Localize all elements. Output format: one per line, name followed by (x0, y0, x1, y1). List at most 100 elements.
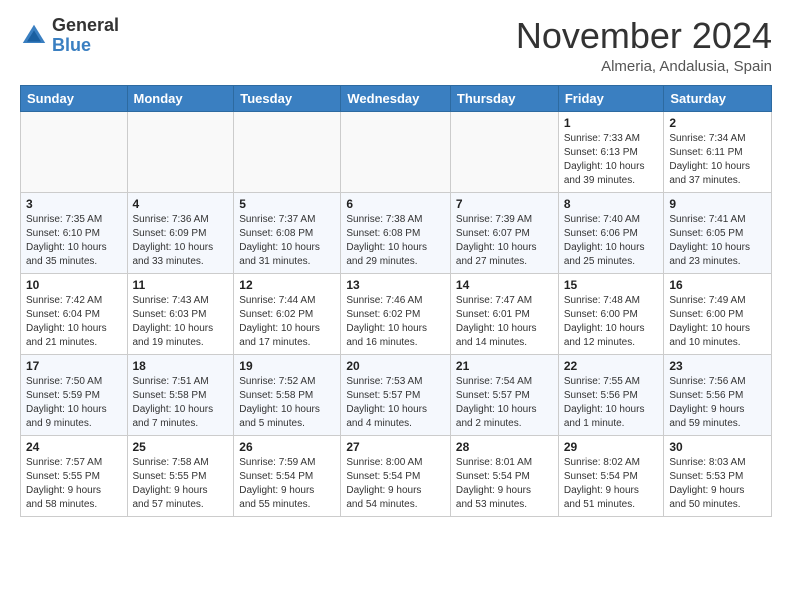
calendar-cell: 28 Sunrise: 8:01 AM Sunset: 5:54 PM Dayli… (450, 435, 558, 516)
day-number: 15 (564, 278, 659, 292)
day-info: Sunrise: 7:49 AM Sunset: 6:00 PM Dayligh… (669, 294, 766, 350)
day-info: Sunrise: 7:41 AM Sunset: 6:05 PM Dayligh… (669, 213, 766, 269)
day-info: Sunrise: 7:51 AM Sunset: 5:58 PM Dayligh… (133, 375, 229, 431)
week-row-1: 1 Sunrise: 7:33 AM Sunset: 6:13 PM Daylig… (21, 111, 772, 192)
week-row-3: 10 Sunrise: 7:42 AM Sunset: 6:04 PM Dayli… (21, 273, 772, 354)
calendar-cell (341, 111, 451, 192)
day-info: Sunrise: 8:01 AM Sunset: 5:54 PM Dayligh… (456, 456, 553, 512)
day-number: 12 (239, 278, 335, 292)
day-info: Sunrise: 7:36 AM Sunset: 6:09 PM Dayligh… (133, 213, 229, 269)
calendar-cell (450, 111, 558, 192)
day-info: Sunrise: 7:52 AM Sunset: 5:58 PM Dayligh… (239, 375, 335, 431)
day-number: 20 (346, 359, 445, 373)
calendar-cell: 30 Sunrise: 8:03 AM Sunset: 5:53 PM Dayli… (664, 435, 772, 516)
day-number: 21 (456, 359, 553, 373)
day-number: 28 (456, 440, 553, 454)
calendar-cell: 20 Sunrise: 7:53 AM Sunset: 5:57 PM Dayli… (341, 354, 451, 435)
calendar-cell: 8 Sunrise: 7:40 AM Sunset: 6:06 PM Daylig… (558, 192, 664, 273)
day-info: Sunrise: 7:42 AM Sunset: 6:04 PM Dayligh… (26, 294, 122, 350)
day-number: 16 (669, 278, 766, 292)
day-info: Sunrise: 7:40 AM Sunset: 6:06 PM Dayligh… (564, 213, 659, 269)
day-number: 24 (26, 440, 122, 454)
day-number: 29 (564, 440, 659, 454)
calendar-cell: 1 Sunrise: 7:33 AM Sunset: 6:13 PM Daylig… (558, 111, 664, 192)
calendar-cell: 29 Sunrise: 8:02 AM Sunset: 5:54 PM Dayli… (558, 435, 664, 516)
calendar-cell: 9 Sunrise: 7:41 AM Sunset: 6:05 PM Daylig… (664, 192, 772, 273)
day-number: 18 (133, 359, 229, 373)
calendar-cell: 11Sunrise: 7:43 AM Sunset: 6:03 PM Dayli… (127, 273, 234, 354)
day-number: 8 (564, 197, 659, 211)
day-number: 3 (26, 197, 122, 211)
calendar: SundayMondayTuesdayWednesdayThursdayFrid… (20, 85, 772, 517)
day-number: 30 (669, 440, 766, 454)
calendar-cell: 2 Sunrise: 7:34 AM Sunset: 6:11 PM Daylig… (664, 111, 772, 192)
day-number: 1 (564, 116, 659, 130)
day-number: 5 (239, 197, 335, 211)
day-info: Sunrise: 8:03 AM Sunset: 5:53 PM Dayligh… (669, 456, 766, 512)
day-info: Sunrise: 7:55 AM Sunset: 5:56 PM Dayligh… (564, 375, 659, 431)
calendar-cell: 21Sunrise: 7:54 AM Sunset: 5:57 PM Dayli… (450, 354, 558, 435)
calendar-cell: 13Sunrise: 7:46 AM Sunset: 6:02 PM Dayli… (341, 273, 451, 354)
day-number: 13 (346, 278, 445, 292)
day-info: Sunrise: 7:50 AM Sunset: 5:59 PM Dayligh… (26, 375, 122, 431)
calendar-cell (21, 111, 128, 192)
calendar-cell: 19 Sunrise: 7:52 AM Sunset: 5:58 PM Dayli… (234, 354, 341, 435)
calendar-cell: 7Sunrise: 7:39 AM Sunset: 6:07 PM Daylig… (450, 192, 558, 273)
day-info: Sunrise: 7:58 AM Sunset: 5:55 PM Dayligh… (133, 456, 229, 512)
day-number: 4 (133, 197, 229, 211)
title-block: November 2024 Almeria, Andalusia, Spain (516, 16, 772, 75)
day-info: Sunrise: 7:59 AM Sunset: 5:54 PM Dayligh… (239, 456, 335, 512)
calendar-cell: 5 Sunrise: 7:37 AM Sunset: 6:08 PM Daylig… (234, 192, 341, 273)
calendar-cell: 18 Sunrise: 7:51 AM Sunset: 5:58 PM Dayli… (127, 354, 234, 435)
calendar-cell: 27 Sunrise: 8:00 AM Sunset: 5:54 PM Dayli… (341, 435, 451, 516)
day-info: Sunrise: 7:34 AM Sunset: 6:11 PM Dayligh… (669, 132, 766, 188)
calendar-cell: 17 Sunrise: 7:50 AM Sunset: 5:59 PM Dayli… (21, 354, 128, 435)
calendar-cell (234, 111, 341, 192)
day-info: Sunrise: 8:00 AM Sunset: 5:54 PM Dayligh… (346, 456, 445, 512)
calendar-cell: 6 Sunrise: 7:38 AM Sunset: 6:08 PM Daylig… (341, 192, 451, 273)
day-info: Sunrise: 7:33 AM Sunset: 6:13 PM Dayligh… (564, 132, 659, 188)
calendar-cell: 22Sunrise: 7:55 AM Sunset: 5:56 PM Dayli… (558, 354, 664, 435)
day-info: Sunrise: 7:43 AM Sunset: 6:03 PM Dayligh… (133, 294, 229, 350)
weekday-header-monday: Monday (127, 85, 234, 111)
day-info: Sunrise: 7:53 AM Sunset: 5:57 PM Dayligh… (346, 375, 445, 431)
day-number: 17 (26, 359, 122, 373)
day-info: Sunrise: 7:35 AM Sunset: 6:10 PM Dayligh… (26, 213, 122, 269)
weekday-header-saturday: Saturday (664, 85, 772, 111)
calendar-cell: 12Sunrise: 7:44 AM Sunset: 6:02 PM Dayli… (234, 273, 341, 354)
day-number: 10 (26, 278, 122, 292)
day-number: 19 (239, 359, 335, 373)
day-info: Sunrise: 8:02 AM Sunset: 5:54 PM Dayligh… (564, 456, 659, 512)
weekday-header-sunday: Sunday (21, 85, 128, 111)
calendar-cell: 10 Sunrise: 7:42 AM Sunset: 6:04 PM Dayli… (21, 273, 128, 354)
week-row-5: 24 Sunrise: 7:57 AM Sunset: 5:55 PM Dayli… (21, 435, 772, 516)
day-info: Sunrise: 7:56 AM Sunset: 5:56 PM Dayligh… (669, 375, 766, 431)
day-number: 26 (239, 440, 335, 454)
calendar-cell: 25 Sunrise: 7:58 AM Sunset: 5:55 PM Dayli… (127, 435, 234, 516)
logo-text: General Blue (52, 16, 119, 56)
day-number: 25 (133, 440, 229, 454)
day-number: 23 (669, 359, 766, 373)
day-number: 6 (346, 197, 445, 211)
month-title: November 2024 (516, 16, 772, 56)
weekday-header-wednesday: Wednesday (341, 85, 451, 111)
day-number: 2 (669, 116, 766, 130)
weekday-header-thursday: Thursday (450, 85, 558, 111)
weekday-header-tuesday: Tuesday (234, 85, 341, 111)
day-info: Sunrise: 7:39 AM Sunset: 6:07 PM Dayligh… (456, 213, 553, 269)
calendar-cell: 14Sunrise: 7:47 AM Sunset: 6:01 PM Dayli… (450, 273, 558, 354)
day-info: Sunrise: 7:47 AM Sunset: 6:01 PM Dayligh… (456, 294, 553, 350)
logo-icon (20, 22, 48, 50)
day-info: Sunrise: 7:37 AM Sunset: 6:08 PM Dayligh… (239, 213, 335, 269)
logo: General Blue (20, 16, 119, 56)
day-info: Sunrise: 7:48 AM Sunset: 6:00 PM Dayligh… (564, 294, 659, 350)
header: General Blue November 2024 Almeria, Anda… (20, 16, 772, 75)
calendar-cell: 26 Sunrise: 7:59 AM Sunset: 5:54 PM Dayli… (234, 435, 341, 516)
calendar-cell: 23 Sunrise: 7:56 AM Sunset: 5:56 PM Dayli… (664, 354, 772, 435)
day-info: Sunrise: 7:38 AM Sunset: 6:08 PM Dayligh… (346, 213, 445, 269)
day-info: Sunrise: 7:57 AM Sunset: 5:55 PM Dayligh… (26, 456, 122, 512)
calendar-cell: 4 Sunrise: 7:36 AM Sunset: 6:09 PM Daylig… (127, 192, 234, 273)
day-number: 27 (346, 440, 445, 454)
day-number: 9 (669, 197, 766, 211)
weekday-header-friday: Friday (558, 85, 664, 111)
